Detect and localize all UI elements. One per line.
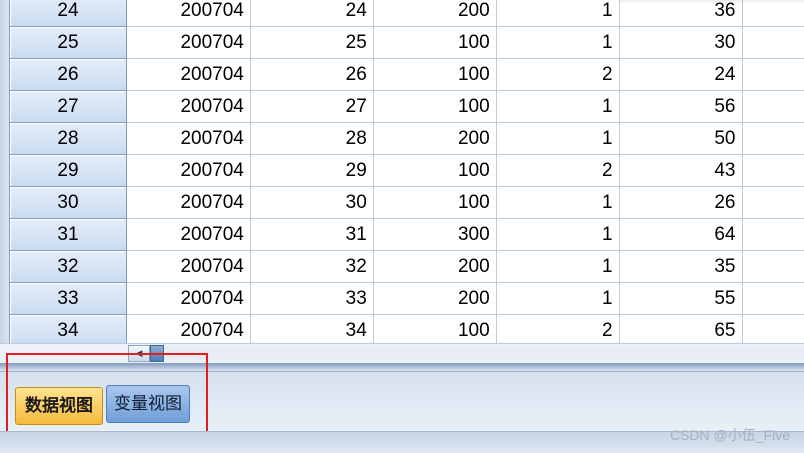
table-cell[interactable]: 25 bbox=[250, 27, 373, 59]
table-row: 2820070428200150 bbox=[10, 123, 804, 155]
table-cell[interactable]: 2 bbox=[496, 59, 619, 91]
grid-top-shadow bbox=[620, 0, 804, 4]
table-cell[interactable]: 200704 bbox=[126, 123, 250, 155]
data-table: 2420070424200136252007042510013026200704… bbox=[9, 0, 804, 343]
table-cell[interactable]: 300 bbox=[373, 219, 496, 251]
table-cell[interactable]: 100 bbox=[373, 315, 496, 344]
table-cell-empty[interactable] bbox=[742, 187, 804, 219]
table-cell[interactable]: 2 bbox=[496, 155, 619, 187]
table-row: 3120070431300164 bbox=[10, 219, 804, 251]
row-header[interactable]: 30 bbox=[10, 187, 127, 219]
table-cell[interactable]: 1 bbox=[496, 187, 619, 219]
table-cell-empty[interactable] bbox=[742, 59, 804, 91]
table-cell-empty[interactable] bbox=[742, 91, 804, 123]
table-row: 3220070432200135 bbox=[10, 251, 804, 283]
row-header[interactable]: 32 bbox=[10, 251, 127, 283]
table-cell[interactable]: 24 bbox=[250, 0, 373, 27]
table-cell[interactable]: 200704 bbox=[126, 0, 250, 27]
table-cell-empty[interactable] bbox=[742, 219, 804, 251]
table-cell[interactable]: 200 bbox=[373, 123, 496, 155]
pane-divider bbox=[0, 363, 804, 371]
table-cell[interactable]: 200704 bbox=[126, 91, 250, 123]
table-cell-empty[interactable] bbox=[742, 155, 804, 187]
table-cell[interactable]: 100 bbox=[373, 59, 496, 91]
table-cell[interactable]: 43 bbox=[619, 155, 742, 187]
scrollbar-thumb[interactable] bbox=[150, 345, 164, 362]
row-header[interactable]: 27 bbox=[10, 91, 127, 123]
row-header[interactable]: 26 bbox=[10, 59, 127, 91]
table-cell-empty[interactable] bbox=[742, 283, 804, 315]
table-cell[interactable]: 31 bbox=[250, 219, 373, 251]
table-cell[interactable]: 56 bbox=[619, 91, 742, 123]
table-cell[interactable]: 200704 bbox=[126, 219, 250, 251]
table-cell[interactable]: 24 bbox=[619, 59, 742, 91]
table-cell[interactable]: 200704 bbox=[126, 27, 250, 59]
table-cell-empty[interactable] bbox=[742, 251, 804, 283]
horizontal-scrollbar[interactable]: ◀ bbox=[0, 343, 804, 364]
table-cell[interactable]: 1 bbox=[496, 91, 619, 123]
table-cell[interactable]: 100 bbox=[373, 27, 496, 59]
table-cell[interactable]: 1 bbox=[496, 123, 619, 155]
table-cell[interactable]: 26 bbox=[250, 59, 373, 91]
table-cell[interactable]: 1 bbox=[496, 251, 619, 283]
table-cell[interactable]: 100 bbox=[373, 187, 496, 219]
table-row: 2520070425100130 bbox=[10, 27, 804, 59]
table-cell[interactable]: 26 bbox=[619, 187, 742, 219]
scroll-left-button[interactable]: ◀ bbox=[128, 345, 150, 362]
tab-variable-view[interactable]: 变量视图 bbox=[106, 385, 190, 423]
scrollbar-track[interactable] bbox=[165, 347, 804, 360]
triangle-left-icon: ◀ bbox=[136, 348, 143, 358]
table-cell[interactable]: 30 bbox=[619, 27, 742, 59]
table-cell[interactable]: 200704 bbox=[126, 315, 250, 344]
table-cell[interactable]: 50 bbox=[619, 123, 742, 155]
table-row: 2620070426100224 bbox=[10, 59, 804, 91]
table-cell[interactable]: 200704 bbox=[126, 155, 250, 187]
table-cell[interactable]: 200704 bbox=[126, 251, 250, 283]
table-cell-empty[interactable] bbox=[742, 123, 804, 155]
table-cell[interactable]: 2 bbox=[496, 315, 619, 344]
row-header[interactable]: 24 bbox=[10, 0, 127, 27]
table-cell[interactable]: 35 bbox=[619, 251, 742, 283]
table-cell[interactable]: 28 bbox=[250, 123, 373, 155]
table-row: 3020070430100126 bbox=[10, 187, 804, 219]
table-cell[interactable]: 27 bbox=[250, 91, 373, 123]
table-cell[interactable]: 200 bbox=[373, 251, 496, 283]
table-cell[interactable]: 1 bbox=[496, 0, 619, 27]
row-header[interactable]: 28 bbox=[10, 123, 127, 155]
data-grid: 2420070424200136252007042510013026200704… bbox=[0, 0, 804, 343]
table-cell[interactable]: 30 bbox=[250, 187, 373, 219]
row-header[interactable]: 29 bbox=[10, 155, 127, 187]
row-header[interactable]: 33 bbox=[10, 283, 127, 315]
table-cell-empty[interactable] bbox=[742, 27, 804, 59]
table-cell[interactable]: 33 bbox=[250, 283, 373, 315]
table-cell[interactable]: 200 bbox=[373, 0, 496, 27]
row-header[interactable]: 25 bbox=[10, 27, 127, 59]
tab-data-view[interactable]: 数据视图 bbox=[15, 387, 103, 425]
table-cell[interactable]: 200 bbox=[373, 283, 496, 315]
watermark: CSDN @小伍_Five bbox=[670, 425, 790, 445]
table-cell[interactable]: 1 bbox=[496, 219, 619, 251]
table-row: 3420070434100265 bbox=[10, 315, 804, 344]
table-cell[interactable]: 1 bbox=[496, 283, 619, 315]
row-header[interactable]: 31 bbox=[10, 219, 127, 251]
table-cell[interactable]: 55 bbox=[619, 283, 742, 315]
table-cell[interactable]: 34 bbox=[250, 315, 373, 344]
table-cell[interactable]: 1 bbox=[496, 27, 619, 59]
table-cell[interactable]: 65 bbox=[619, 315, 742, 344]
table-cell[interactable]: 29 bbox=[250, 155, 373, 187]
table-cell[interactable]: 200704 bbox=[126, 187, 250, 219]
table-cell-empty[interactable] bbox=[742, 315, 804, 344]
table-cell[interactable]: 200704 bbox=[126, 59, 250, 91]
table-row: 3320070433200155 bbox=[10, 283, 804, 315]
table-cell[interactable]: 100 bbox=[373, 91, 496, 123]
row-header[interactable]: 34 bbox=[10, 315, 127, 344]
table-row: 2720070427100156 bbox=[10, 91, 804, 123]
table-cell[interactable]: 32 bbox=[250, 251, 373, 283]
view-tab-bar: 数据视图 变量视图 bbox=[0, 371, 804, 432]
table-cell[interactable]: 200704 bbox=[126, 283, 250, 315]
table-cell[interactable]: 64 bbox=[619, 219, 742, 251]
table-row: 2920070429100243 bbox=[10, 155, 804, 187]
table-cell[interactable]: 100 bbox=[373, 155, 496, 187]
